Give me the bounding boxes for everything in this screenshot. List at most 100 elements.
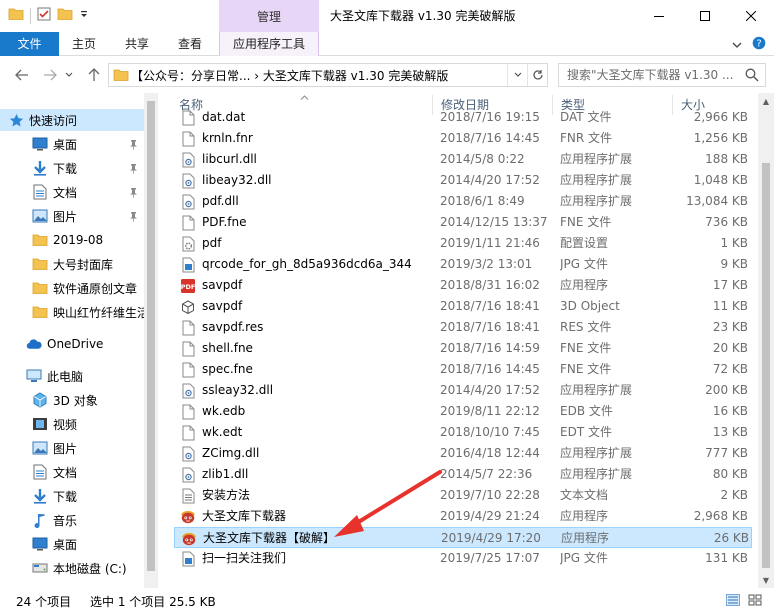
- file-row[interactable]: ssleay32.dll 2014/4/20 17:52 应用程序扩展 200 KB: [174, 380, 752, 401]
- new-folder-icon[interactable]: [57, 7, 73, 24]
- file-row[interactable]: savpdf.res 2018/7/16 18:41 RES 文件 23 KB: [174, 317, 752, 338]
- file-name: krnln.fnr: [202, 131, 253, 145]
- nav-quick-access[interactable]: 快速访问: [0, 109, 144, 131]
- refresh-button[interactable]: [527, 64, 547, 86]
- file-row[interactable]: shell.fne 2018/7/16 14:59 FNE 文件 20 KB: [174, 338, 752, 359]
- nav-label: 快速访问: [29, 113, 78, 128]
- file-row[interactable]: dat.dat 2018/7/16 19:15 DAT 文件 2,966 KB: [174, 107, 752, 128]
- file-size: 1 KB: [720, 236, 748, 250]
- file-row[interactable]: 大圣文库下载器【破解】 2019/4/29 17:20 应用程序 26 KB: [174, 527, 752, 548]
- arrow-up-icon: [88, 68, 100, 81]
- file-name: PDF.fne: [202, 215, 247, 229]
- file-row[interactable]: qrcode_for_gh_8d5a936dcd6a_344 2019/3/2 1…: [174, 254, 752, 275]
- address-history-button[interactable]: [507, 64, 527, 86]
- nav-this-pc[interactable]: 此电脑: [0, 365, 144, 387]
- sidebar-item-label: 3D 对象: [53, 393, 98, 408]
- file-row[interactable]: savpdf 2018/7/16 18:41 3D Object 11 KB: [174, 296, 752, 317]
- recent-locations-button[interactable]: [62, 65, 76, 85]
- file-type: FNE 文件: [560, 341, 612, 355]
- sidebar-item-item-1[interactable]: 下载: [0, 157, 144, 179]
- nav-onedrive[interactable]: OneDrive: [0, 333, 144, 355]
- sidebar-item-item-2[interactable]: 文档: [0, 181, 144, 203]
- tab-share[interactable]: 共享: [112, 32, 162, 56]
- file-row[interactable]: wk.edt 2018/10/10 7:45 EDT 文件 13 KB: [174, 422, 752, 443]
- file-icon: [180, 404, 196, 420]
- file-name: 安装方法: [202, 488, 251, 502]
- sidebar-item-item-0[interactable]: 桌面: [0, 133, 144, 155]
- file-row[interactable]: 大圣文库下载器 2019/4/29 21:24 应用程序 2,968 KB: [174, 506, 752, 527]
- close-button[interactable]: [728, 0, 774, 32]
- file-row[interactable]: zlib1.dll 2014/5/7 22:36 应用程序扩展 80 KB: [174, 464, 752, 485]
- address-bar[interactable]: 【公众号：分享日常... › 大圣文库下载器 v1.30 完美破解版: [108, 63, 548, 87]
- search-box[interactable]: [558, 63, 766, 87]
- chevron-down-icon: [514, 72, 521, 77]
- svg-text:PDF: PDF: [181, 283, 196, 291]
- file-date: 2014/4/20 17:52: [440, 383, 540, 397]
- nav-scrollbar[interactable]: [144, 93, 158, 588]
- scroll-down-button[interactable]: ▼: [758, 572, 774, 588]
- file-row[interactable]: pdf.dll 2018/6/1 8:49 应用程序扩展 13,084 KB: [174, 191, 752, 212]
- sidebar-item-item-6[interactable]: 软件通原创文章: [0, 277, 144, 299]
- sidebar-item-2019-08[interactable]: 2019-08: [0, 229, 144, 251]
- tab-application-tools[interactable]: 应用程序工具: [219, 32, 319, 56]
- minimize-button[interactable]: [636, 0, 682, 32]
- file-row[interactable]: PDF savpdf 2018/8/31 16:02 应用程序 17 KB: [174, 275, 752, 296]
- help-icon[interactable]: ?: [752, 36, 766, 53]
- sidebar-item-item-5[interactable]: 大号封面库: [0, 253, 144, 275]
- up-button[interactable]: [84, 65, 104, 85]
- 3d-objects-icon: [32, 392, 48, 408]
- file-name: savpdf: [202, 278, 243, 292]
- file-row[interactable]: PDF.fne 2014/12/15 13:37 FNE 文件 736 KB: [174, 212, 752, 233]
- dll-icon: [180, 194, 196, 210]
- file-row[interactable]: krnln.fnr 2018/7/16 14:45 FNR 文件 1,256 KB: [174, 128, 752, 149]
- sidebar-item-pc-item-1[interactable]: 视频: [0, 413, 144, 435]
- sidebar-item-pc-3d[interactable]: 3D 对象: [0, 389, 144, 411]
- star-icon: [8, 112, 24, 128]
- selection-info: 选中 1 个项目 25.5 KB: [90, 595, 216, 609]
- search-input[interactable]: [559, 64, 739, 86]
- file-row[interactable]: libcurl.dll 2014/5/8 0:22 应用程序扩展 188 KB: [174, 149, 752, 170]
- file-row[interactable]: 安装方法 2019/7/10 22:28 文本文档 2 KB: [174, 485, 752, 506]
- details-view-button[interactable]: [724, 592, 742, 608]
- file-name-cell: wk.edt: [180, 422, 438, 443]
- file-row[interactable]: spec.fne 2018/7/16 14:45 FNE 文件 72 KB: [174, 359, 752, 380]
- sidebar-item-item-3[interactable]: 图片: [0, 205, 144, 227]
- file-type: 应用程序扩展: [560, 467, 633, 481]
- sidebar-item-item-7[interactable]: 映山红竹纤维生活: [0, 301, 144, 323]
- image-file-icon: [180, 257, 196, 273]
- customize-qat-icon[interactable]: [79, 9, 89, 23]
- sidebar-item-pc-item-4[interactable]: 下载: [0, 485, 144, 507]
- file-name: shell.fne: [202, 341, 253, 355]
- tab-view[interactable]: 查看: [165, 32, 215, 56]
- sidebar-item-pc-item-3[interactable]: 文档: [0, 461, 144, 483]
- large-icons-view-icon: [748, 594, 762, 606]
- file-row[interactable]: 扫一扫关注我们 2019/7/25 17:07 JPG 文件 131 KB: [174, 548, 752, 569]
- sidebar-item-label: 下载: [53, 489, 78, 504]
- search-icon[interactable]: [745, 68, 759, 85]
- properties-icon[interactable]: [37, 7, 51, 24]
- file-list-scrollbar[interactable]: ▲ ▼: [758, 93, 774, 588]
- file-list-scrollbar-thumb[interactable]: [762, 163, 770, 568]
- scroll-up-button[interactable]: ▲: [758, 93, 774, 109]
- sidebar-item-pc-item-5[interactable]: 音乐: [0, 509, 144, 531]
- file-row[interactable]: wk.edb 2019/8/11 22:12 EDB 文件 16 KB: [174, 401, 752, 422]
- sidebar-item-pc-item-2[interactable]: 图片: [0, 437, 144, 459]
- sidebar-item-pc-item-6[interactable]: 桌面: [0, 533, 144, 555]
- file-name-cell: qrcode_for_gh_8d5a936dcd6a_344: [180, 254, 438, 275]
- sidebar-item-pc-c[interactable]: 本地磁盘 (C:): [0, 557, 144, 579]
- file-row[interactable]: ZCimg.dll 2016/4/18 12:44 应用程序扩展 777 KB: [174, 443, 752, 464]
- back-button[interactable]: [12, 65, 32, 85]
- maximize-button[interactable]: [682, 0, 728, 32]
- tab-home[interactable]: 主页: [59, 32, 109, 56]
- forward-button[interactable]: [40, 65, 60, 85]
- arrow-right-icon: [44, 69, 57, 81]
- file-row[interactable]: pdf 2019/1/11 21:46 配置设置 1 KB: [174, 233, 752, 254]
- file-size: 72 KB: [712, 362, 748, 376]
- file-type: 应用程序: [561, 531, 610, 545]
- large-icons-view-button[interactable]: [746, 592, 764, 608]
- nav-scrollbar-thumb[interactable]: [147, 101, 155, 571]
- download-icon: [32, 488, 48, 504]
- tab-file[interactable]: 文件: [0, 32, 59, 56]
- expand-ribbon-icon[interactable]: [732, 38, 742, 52]
- file-row[interactable]: libeay32.dll 2014/4/20 17:52 应用程序扩展 1,048 K…: [174, 170, 752, 191]
